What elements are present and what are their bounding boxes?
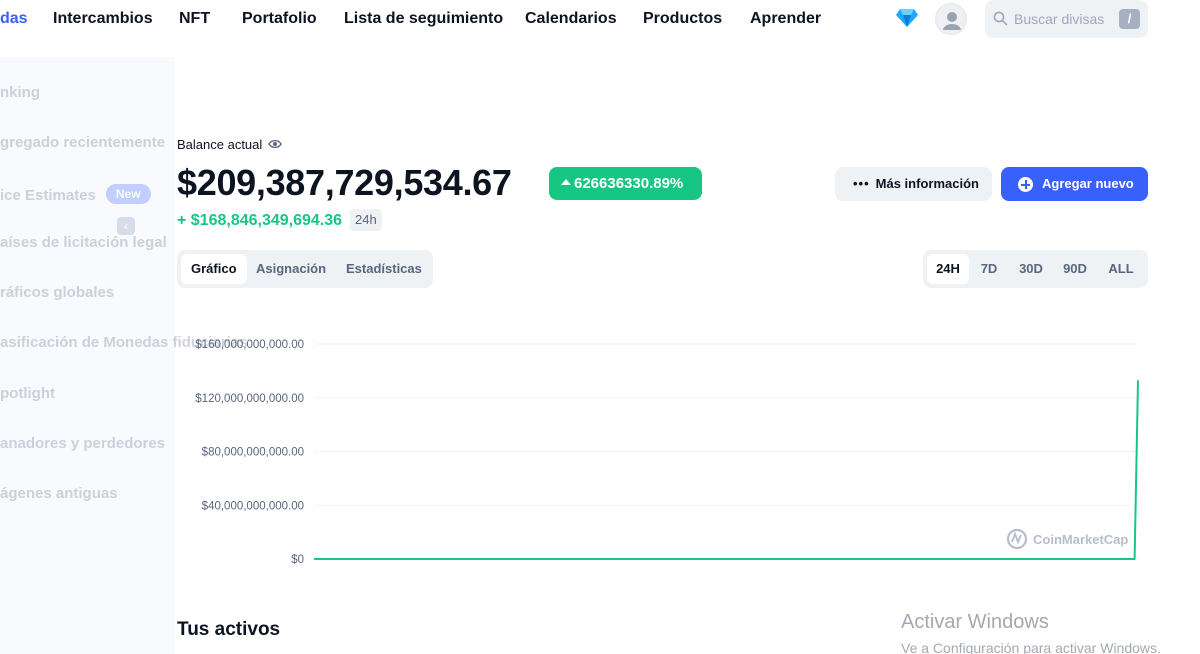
new-badge: New [105,184,151,204]
caret-up-icon [561,179,571,185]
more-info-button[interactable]: ••• Más información [835,167,992,201]
nav-item-cryptocurrencies[interactable]: das [0,10,28,28]
plus-circle-icon [1018,177,1033,192]
sidebar-item-gainers-losers[interactable]: anadores y perdedores [0,435,165,452]
search-shortcut-key: / [1119,9,1140,29]
sidebar-item-price-estimates[interactable]: ice Estimates New [0,184,151,204]
avatar[interactable] [935,3,967,35]
balance-label: Balance actual [177,137,263,152]
coinmarketcap-watermark: CoinMarketCap [1033,532,1128,547]
more-info-label: Más información [875,176,979,191]
windows-activation-subtitle: Ve a Configuración para activar Windows. [901,640,1161,654]
more-dots-icon: ••• [853,176,870,191]
range-90d[interactable]: 90D [1055,254,1095,284]
sidebar-item-recently-added[interactable]: gregado recientemente [0,134,165,151]
y-tick-label: $0 [291,554,304,566]
user-icon [943,12,961,30]
tab-statistics[interactable]: Estadísticas [336,254,432,284]
nav-item-nft[interactable]: NFT [179,10,210,28]
nav-item-watchlist[interactable]: Lista de seguimiento [344,10,503,28]
nav-item-calendars[interactable]: Calendarios [525,10,617,28]
change-percent-value: 626636330.89% [574,175,684,192]
sidebar-item-global-charts[interactable]: ráficos globales [0,284,114,301]
eye-icon[interactable] [268,138,282,150]
range-all[interactable]: ALL [1101,254,1141,284]
y-tick-label: $120,000,000,000.00 [195,393,304,405]
nav-item-products[interactable]: Productos [643,10,722,28]
chevron-left-icon: ‹ [124,219,128,233]
time-range-selector: 24H 7D 30D 90D ALL [923,250,1148,288]
add-new-button[interactable]: Agregar nuevo [1001,167,1148,201]
sidebar-item-historical-snapshots[interactable]: ágenes antiguas [0,485,118,502]
view-tabs: Gráfico Asignación Estadísticas [177,250,433,288]
balance-series-line [314,380,1139,560]
pnl-period-badge: 24h [350,209,382,231]
y-tick-label: $80,000,000,000.00 [202,447,304,459]
sidebar-item-spotlight[interactable]: potlight [0,385,55,402]
nav-item-learn[interactable]: Aprender [750,10,821,28]
chart-y-axis: $160,000,000,000.00 $120,000,000,000.00 $8… [195,339,304,566]
sidebar-collapse-button[interactable]: ‹ [117,217,135,235]
coinmarketcap-logo: CoinMarketCap [1006,528,1128,550]
range-30d[interactable]: 30D [1011,254,1051,284]
range-7d[interactable]: 7D [971,254,1007,284]
top-navigation: das Intercambios NFT Portafolio Lista de… [0,0,1200,38]
chart-grid [314,343,1138,560]
tab-chart[interactable]: Gráfico [181,254,247,284]
coinmarketcap-logo-mark-m [1011,531,1022,545]
sidebar-item-ranking[interactable]: nking [0,84,40,101]
balance-value: $209,387,729,534.67 [177,162,512,203]
sidebar-item-legal-tender[interactable]: aíses de licitación legal [0,234,167,251]
nav-item-portfolio[interactable]: Portafolio [242,10,317,28]
search-icon [993,11,1008,26]
search-placeholder: Buscar divisas [1014,11,1105,27]
add-new-label: Agregar nuevo [1042,176,1134,191]
assets-section-title: Tus activos [177,619,281,640]
y-tick-label: $160,000,000,000.00 [195,339,304,351]
search-input[interactable]: Buscar divisas / [985,0,1148,38]
windows-activation-title: Activar Windows [901,611,1049,633]
sidebar-item-label: ice Estimates [0,187,96,204]
change-percent-badge: 626636330.89% [549,167,702,200]
diamond-icon[interactable] [896,8,918,28]
tab-allocation[interactable]: Asignación [246,254,336,284]
nav-item-exchanges[interactable]: Intercambios [53,10,153,28]
chart-series [314,380,1139,560]
range-24h[interactable]: 24H [927,254,969,284]
y-tick-label: $40,000,000,000.00 [202,500,304,512]
portfolio-chart: $160,000,000,000.00 $120,000,000,000.00 $8… [195,339,1139,566]
pnl-value: + $168,846,349,694.36 [177,212,343,229]
